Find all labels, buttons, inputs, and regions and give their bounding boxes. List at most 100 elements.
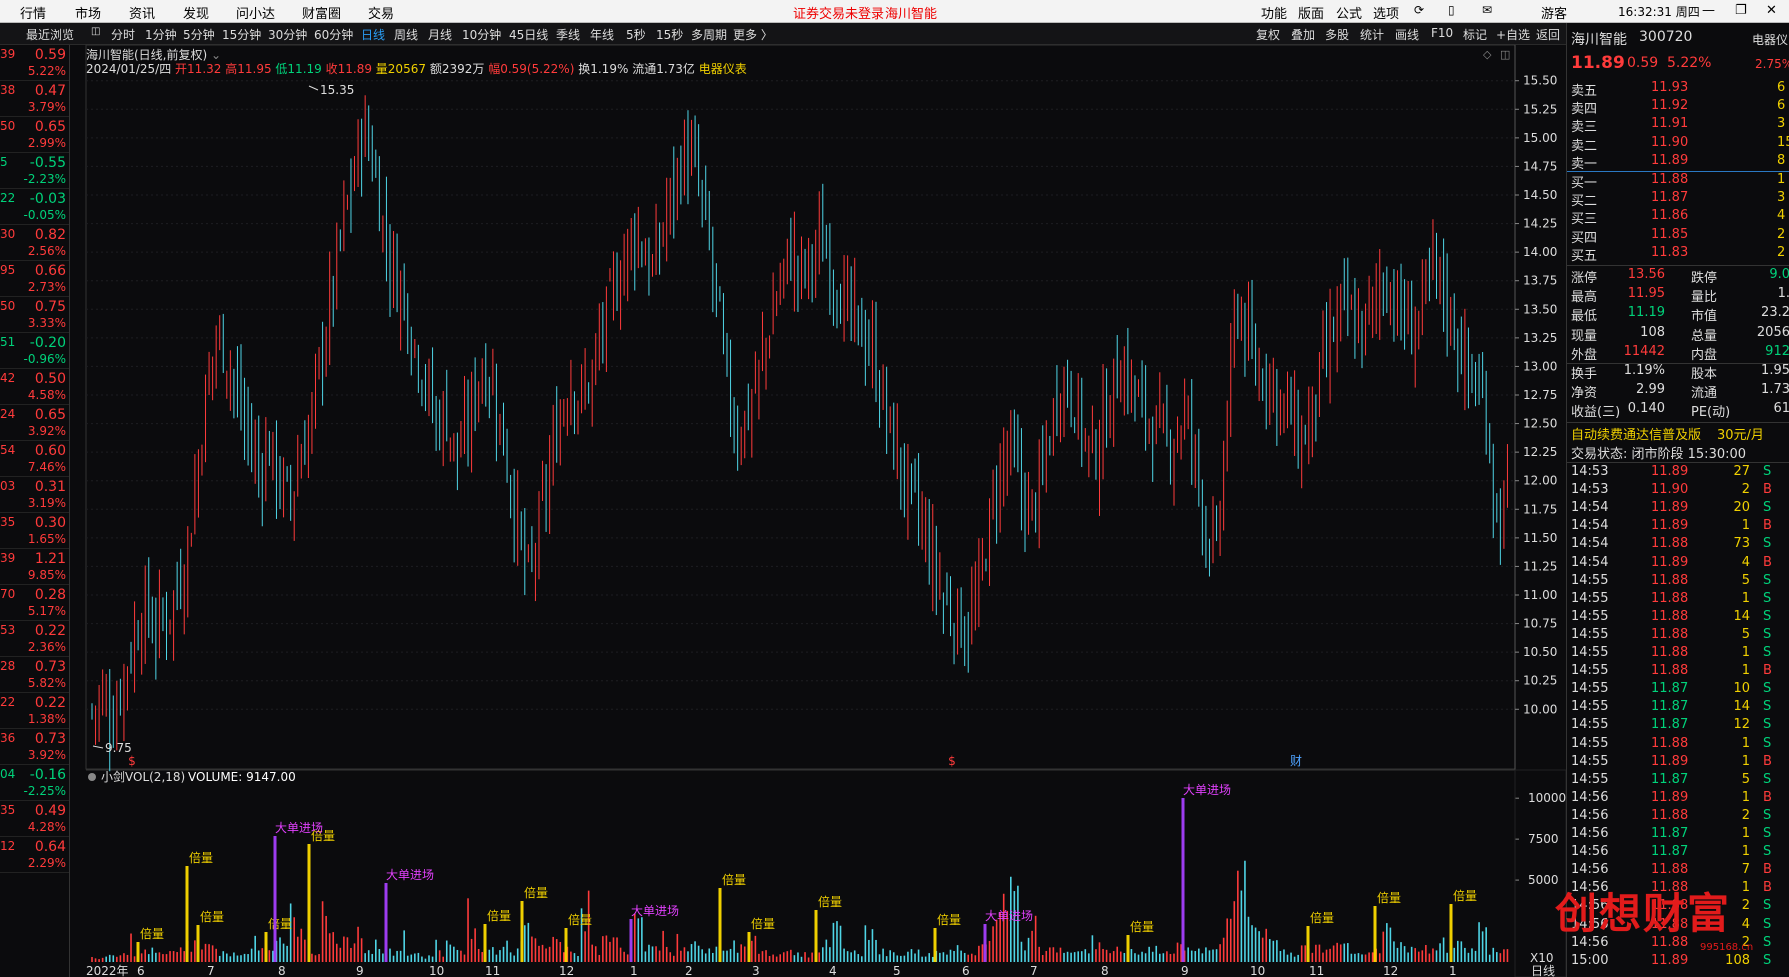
menu-item-layout[interactable]: 版面 (1298, 3, 1324, 22)
list-item-percent: -0.96% (23, 352, 66, 366)
volume-indicator-name: 小剑VOL(2,18) (101, 769, 185, 784)
list-item[interactable]: 36 0.73 3.92% (0, 729, 69, 765)
period-week[interactable]: 周线 (394, 26, 418, 43)
list-item[interactable]: 50 0.75 3.33% (0, 297, 69, 333)
btn-multistock[interactable]: 多股 (1325, 26, 1349, 43)
info-industry[interactable]: 电器仪表 (699, 62, 747, 76)
list-item[interactable]: 70 0.28 5.17% (0, 585, 69, 621)
ask-level[interactable]: 卖一 11.89 8 (1567, 153, 1789, 172)
menu-item-market[interactable]: 行情 (20, 3, 46, 22)
ask-level[interactable]: 卖三 11.91 3 (1567, 116, 1789, 135)
btn-stats[interactable]: 统计 (1360, 26, 1384, 43)
list-item[interactable]: 5 -0.55 -2.23% (0, 153, 69, 189)
ask-level[interactable]: 卖二 11.90 15 (1567, 135, 1789, 154)
list-item[interactable]: 51 -0.20 -0.96% (0, 333, 69, 369)
kline-chart[interactable]: 15.50 15.25 15.00 14.75 14.50 14.25 14.00 13.75… (0, 0, 1789, 977)
menu-item-discover[interactable]: 发现 (183, 3, 209, 22)
restore-icon[interactable]: ❐ (1735, 3, 1747, 18)
menu-item-options[interactable]: 选项 (1373, 3, 1399, 22)
period-5min[interactable]: 5分钟 (183, 26, 215, 43)
price-tick-label: 11.25 (1523, 559, 1557, 573)
annotation-double-volume: 倍量 (1130, 919, 1154, 934)
price-tick-label: 11.50 (1523, 531, 1557, 545)
menu-item-ask[interactable]: 问小达 (236, 3, 275, 22)
period-15sec[interactable]: 15秒 (656, 26, 683, 43)
login-notice[interactable]: 证券交易未登录 (793, 3, 884, 22)
promo-banner[interactable]: 自动续费通达信普及版 30元/月 (1567, 424, 1789, 443)
ask-label: 卖四 (1571, 102, 1598, 118)
list-item[interactable]: 24 0.65 3.92% (0, 405, 69, 441)
period-5sec[interactable]: 5秒 (626, 26, 646, 43)
minimize-icon[interactable]: — (1702, 3, 1715, 18)
period-1min[interactable]: 1分钟 (145, 26, 177, 43)
list-item[interactable]: 54 0.60 7.46% (0, 441, 69, 477)
mail-icon[interactable]: ✉ (1482, 3, 1492, 17)
period-30min[interactable]: 30分钟 (268, 26, 307, 43)
list-item-change: 0.65 (34, 407, 66, 423)
list-item[interactable]: 03 0.31 3.19% (0, 477, 69, 513)
period-year[interactable]: 年线 (590, 26, 614, 43)
volume-tick-label: 7500 (1528, 832, 1559, 846)
list-item[interactable]: 39 0.59 5.22% (0, 45, 69, 81)
btn-draw[interactable]: 画线 (1395, 26, 1419, 43)
menu-item-wealth[interactable]: 财富圈 (302, 3, 341, 22)
tab-recent[interactable]: 最近浏览 (26, 26, 74, 43)
period-more[interactable]: 更多 〉 (733, 26, 773, 43)
list-item[interactable]: 30 0.82 2.56% (0, 225, 69, 261)
bid-level[interactable]: 买四 11.85 2 (1567, 227, 1789, 246)
stock-industry-tag[interactable]: 电器仪 (1752, 31, 1788, 48)
bid-level[interactable]: 买二 11.87 3 (1567, 190, 1789, 209)
list-item[interactable]: 35 0.30 1.65% (0, 513, 69, 549)
user-label[interactable]: 游客 (1541, 3, 1567, 22)
tick-price: 11.89 (1651, 464, 1689, 479)
period-15min[interactable]: 15分钟 (222, 26, 261, 43)
btn-adjust[interactable]: 复权 (1256, 26, 1280, 43)
list-item[interactable]: 22 -0.03 -0.05% (0, 189, 69, 225)
btn-overlay[interactable]: 叠加 (1291, 26, 1315, 43)
period-multi[interactable]: 多周期 (691, 26, 727, 43)
stat-key: 最低 (1571, 309, 1598, 325)
ask-level[interactable]: 卖五 11.93 6 (1567, 80, 1789, 99)
btn-back[interactable]: 返回 (1536, 26, 1560, 43)
list-item[interactable]: 95 0.66 2.73% (0, 261, 69, 297)
list-item[interactable]: 04 -0.16 -2.25% (0, 765, 69, 801)
menu-item-formula[interactable]: 公式 (1336, 3, 1362, 22)
period-60min[interactable]: 60分钟 (314, 26, 353, 43)
list-item[interactable]: 12 0.64 2.29% (0, 837, 69, 873)
list-item-price-tail: 35 (0, 803, 16, 817)
btn-add-watchlist[interactable]: +自选 (1496, 26, 1530, 43)
bid-level[interactable]: 买三 11.86 4 (1567, 208, 1789, 227)
layout-toggle-icon[interactable]: ◫ (91, 26, 100, 37)
close-icon[interactable]: ✕ (1766, 3, 1777, 18)
list-item[interactable]: 28 0.73 5.82% (0, 657, 69, 693)
period-fenshi[interactable]: 分时 (111, 26, 135, 43)
list-item[interactable]: 22 0.22 1.38% (0, 693, 69, 729)
phone-icon[interactable]: ▯ (1448, 3, 1455, 17)
list-item[interactable]: 53 0.22 2.36% (0, 621, 69, 657)
period-day[interactable]: 日线 (361, 26, 385, 43)
list-item[interactable]: 38 0.47 3.79% (0, 81, 69, 117)
list-item[interactable]: 50 0.65 2.99% (0, 117, 69, 153)
list-item[interactable]: 39 1.21 9.85% (0, 549, 69, 585)
period-10min[interactable]: 10分钟 (462, 26, 501, 43)
period-45day[interactable]: 45日线 (509, 26, 548, 43)
refresh-icon[interactable]: ⟳ (1414, 3, 1424, 17)
tick-row: 14:54 11.89 20 S (1567, 500, 1789, 518)
menu-item-function[interactable]: 功能 (1261, 3, 1287, 22)
btn-f10[interactable]: F10 (1431, 26, 1453, 40)
bid-level[interactable]: 买五 11.83 2 (1567, 245, 1789, 264)
menu-item-news[interactable]: 资讯 (129, 3, 155, 22)
period-quarter[interactable]: 季线 (556, 26, 580, 43)
stat-value: 108 (1640, 324, 1665, 340)
bid-level[interactable]: 买一 11.88 1 (1567, 172, 1789, 191)
menu-item-trade[interactable]: 交易 (368, 3, 394, 22)
high-price-label: 15.35 (320, 83, 354, 97)
price-tick-label: 14.25 (1523, 217, 1557, 231)
ask-price: 11.91 (1651, 116, 1689, 132)
list-item[interactable]: 42 0.50 4.58% (0, 369, 69, 405)
menu-item-markets[interactable]: 市场 (75, 3, 101, 22)
period-month[interactable]: 月线 (428, 26, 452, 43)
ask-level[interactable]: 卖四 11.92 6 (1567, 98, 1789, 118)
btn-mark[interactable]: 标记 (1463, 26, 1487, 43)
list-item[interactable]: 35 0.49 4.28% (0, 801, 69, 837)
